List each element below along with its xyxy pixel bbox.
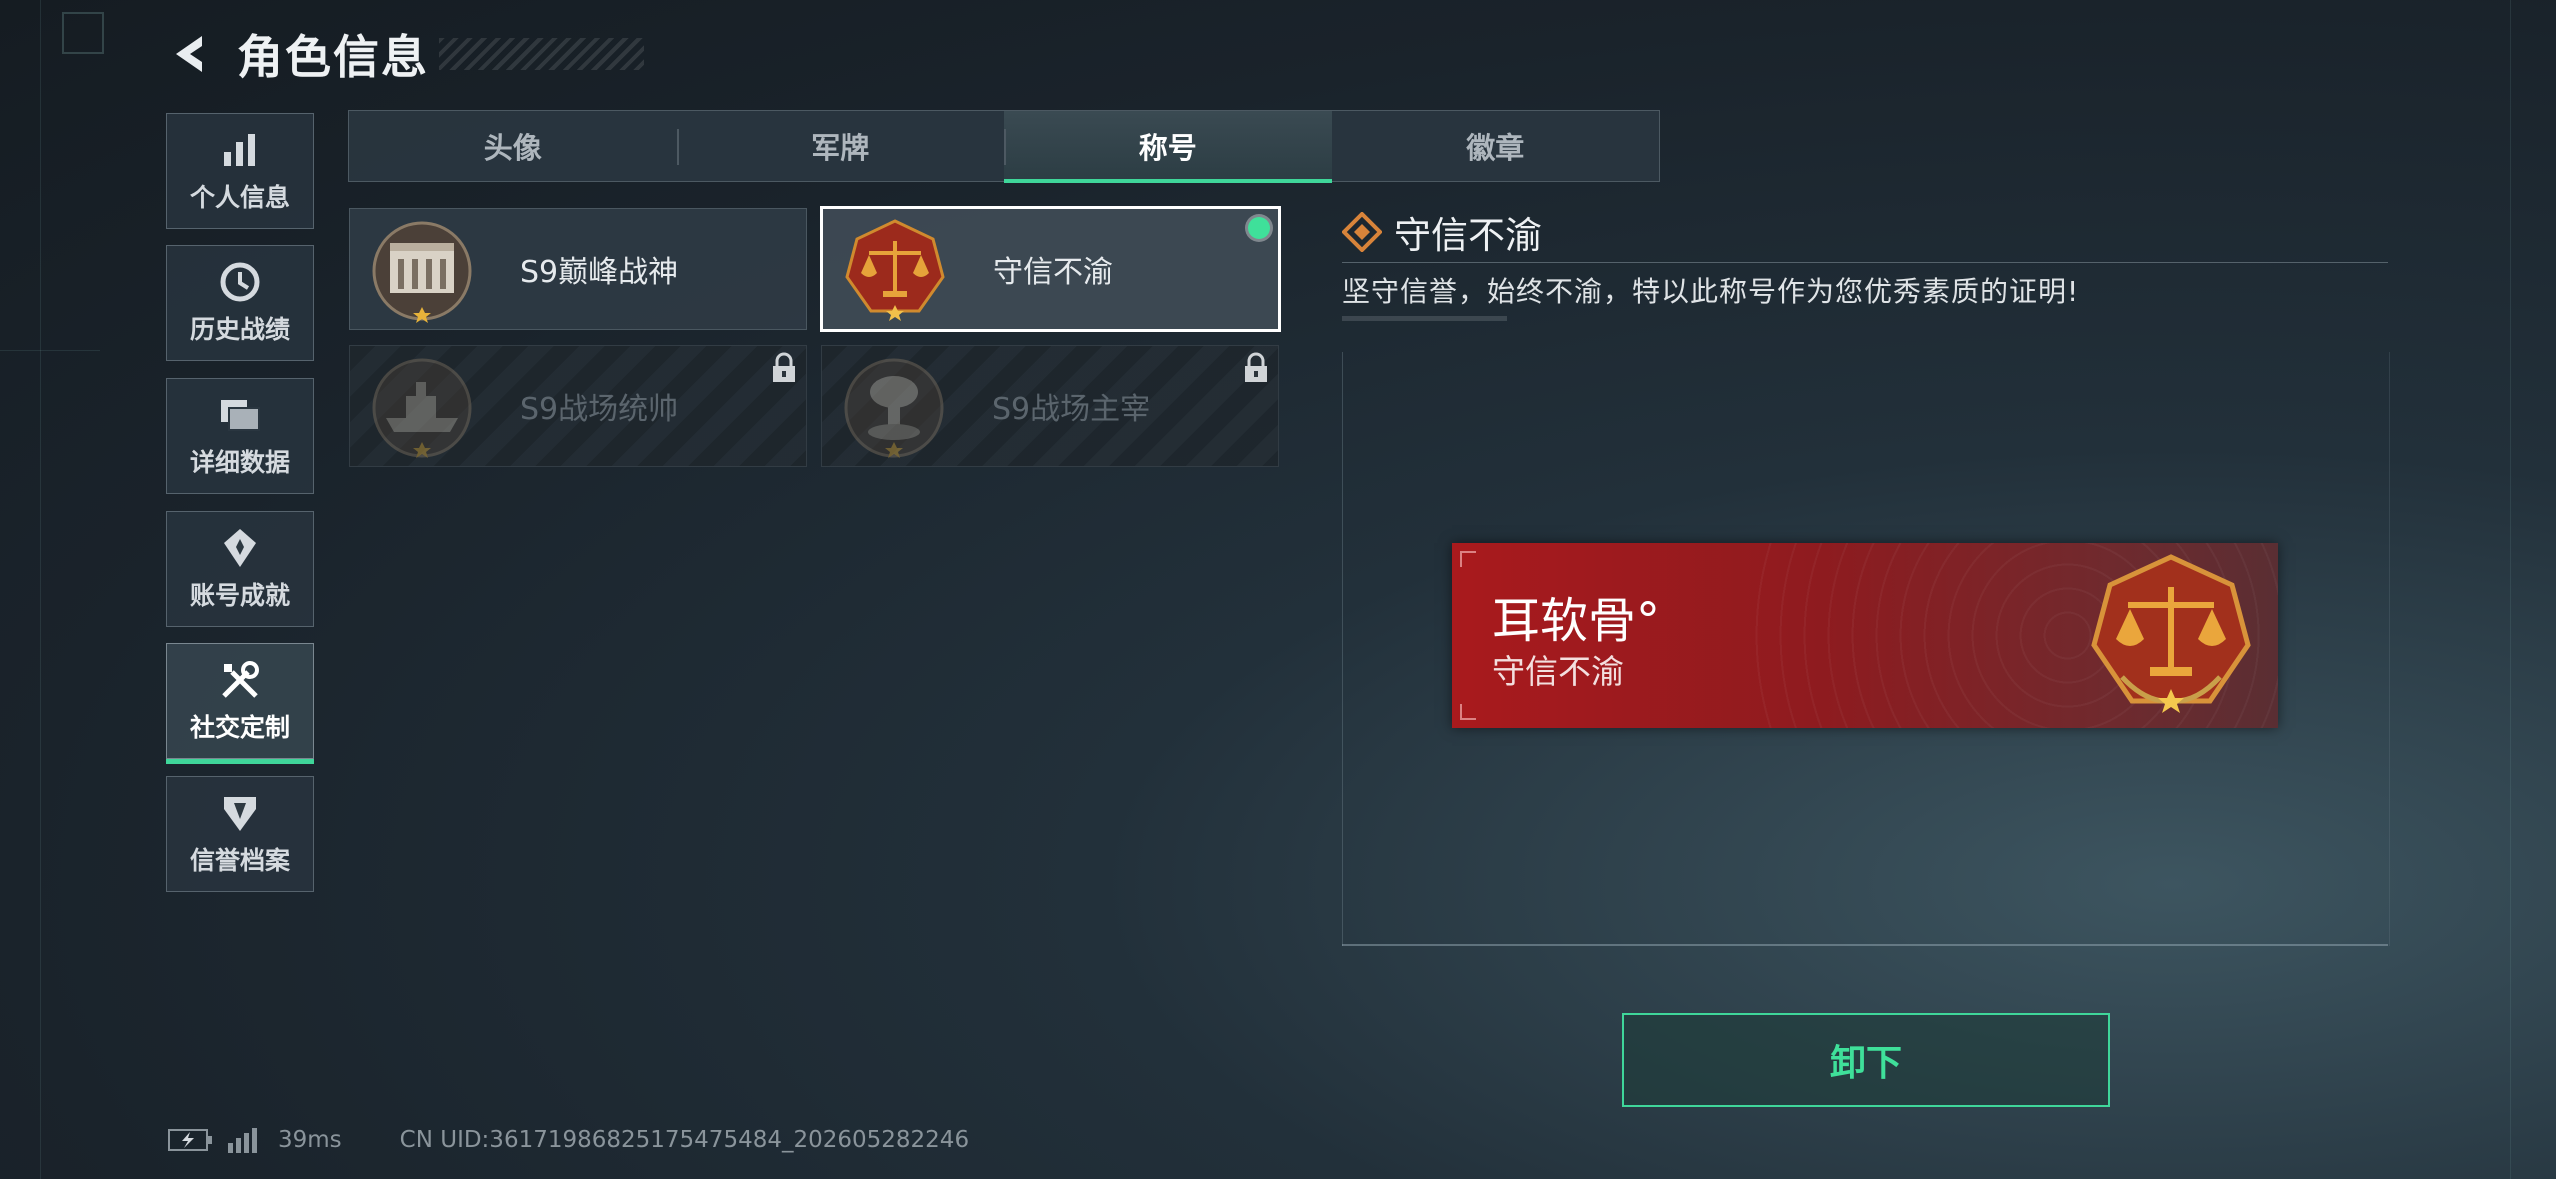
sidebar-item-label: 信誉档案 [189, 846, 290, 875]
back-arrow-icon [176, 36, 202, 72]
unequip-button[interactable]: 卸下 [1622, 1013, 2110, 1107]
title-card-s9-commander[interactable]: S9战场统帅 [349, 345, 807, 467]
nameplate-title: 守信不渝 [1492, 652, 1624, 691]
lock-icon [773, 352, 795, 382]
diamond-icon [1342, 212, 1382, 252]
back-button[interactable] [165, 29, 215, 79]
ship-emblem-icon [372, 358, 472, 458]
title-name: 守信不渝 [993, 255, 1113, 290]
divider [1342, 262, 2388, 263]
sidebar-item-detailed-data[interactable]: 详细数据 [166, 378, 314, 494]
title-card-keep-faith[interactable]: 守信不渝 [820, 206, 1281, 332]
tab-bar: 头像 军牌 称号 徽章 [348, 110, 1660, 183]
lock-icon [1245, 352, 1267, 382]
tab-dog-tag[interactable]: 军牌 [676, 111, 1005, 181]
nameplate-preview: 耳软骨° 守信不渝 [1452, 543, 2278, 728]
tab-avatar[interactable]: 头像 [349, 111, 677, 181]
sidebar-item-social-customize[interactable]: 社交定制 [166, 643, 314, 764]
title-card-s9-dominator[interactable]: S9战场主宰 [821, 345, 1279, 467]
ping-value: 39ms [278, 1127, 342, 1153]
sidebar-item-credit-profile[interactable]: 信誉档案 [166, 776, 314, 892]
page-header: 角色信息 [165, 22, 644, 86]
medal-icon [218, 526, 262, 570]
scales-emblem-icon [845, 219, 945, 321]
deco-bar [1342, 316, 1507, 321]
page-title: 角色信息 [237, 30, 429, 84]
sidebar-item-personal-info[interactable]: 个人信息 [166, 113, 314, 229]
building-emblem-icon [372, 221, 472, 323]
title-decoration [439, 38, 644, 70]
title-card-s9-peak-god[interactable]: S9巅峰战神 [349, 208, 807, 330]
tools-icon [218, 658, 262, 702]
nameplate-player-name: 耳软骨° [1492, 593, 1661, 649]
detail-title: 守信不渝 [1394, 214, 1542, 257]
sidebar-item-label: 社交定制 [189, 713, 290, 742]
clock-icon [218, 260, 262, 304]
corner-mark [1460, 704, 1476, 720]
title-name: S9战场主宰 [992, 392, 1151, 427]
title-name: S9战场统帅 [520, 392, 679, 427]
status-bar: 39ms CN UID:3617198682517547548​4_202605… [168, 1127, 969, 1153]
sidebar-item-label: 个人信息 [189, 183, 290, 212]
scales-emblem-icon [2091, 554, 2251, 713]
folder-icon [218, 393, 262, 437]
sidebar-item-match-history[interactable]: 历史战绩 [166, 245, 314, 361]
explosion-emblem-icon [844, 358, 944, 458]
sidebar-item-label: 历史战绩 [189, 315, 290, 344]
tab-badge[interactable]: 徽章 [1332, 111, 1660, 181]
sidebar-item-label: 账号成就 [189, 581, 290, 610]
detail-header: 守信不渝 [1342, 205, 1542, 259]
preview-frame-bottom [1342, 944, 2388, 946]
sidebar-item-achievements[interactable]: 账号成就 [166, 511, 314, 627]
bar-chart-icon [218, 128, 262, 172]
corner-mark [1460, 551, 1476, 567]
deco-line [40, 0, 41, 1179]
deco-line [0, 350, 100, 351]
uid-text: CN UID:3617198682517547548​4_20260528224… [399, 1127, 970, 1153]
title-name: S9巅峰战神 [520, 255, 679, 290]
detail-description: 坚守信誉，始终不渝，特以此称号作为您优秀素质的证明! [1342, 275, 2080, 308]
deco-line [2510, 0, 2511, 1179]
sidebar-item-label: 详细数据 [189, 448, 290, 477]
equipped-indicator [1248, 217, 1270, 239]
deco-square [62, 12, 104, 54]
signal-icon [228, 1128, 257, 1153]
battery-icon [168, 1129, 212, 1151]
tab-title[interactable]: 称号 [1004, 111, 1332, 183]
shield-icon [218, 791, 262, 835]
